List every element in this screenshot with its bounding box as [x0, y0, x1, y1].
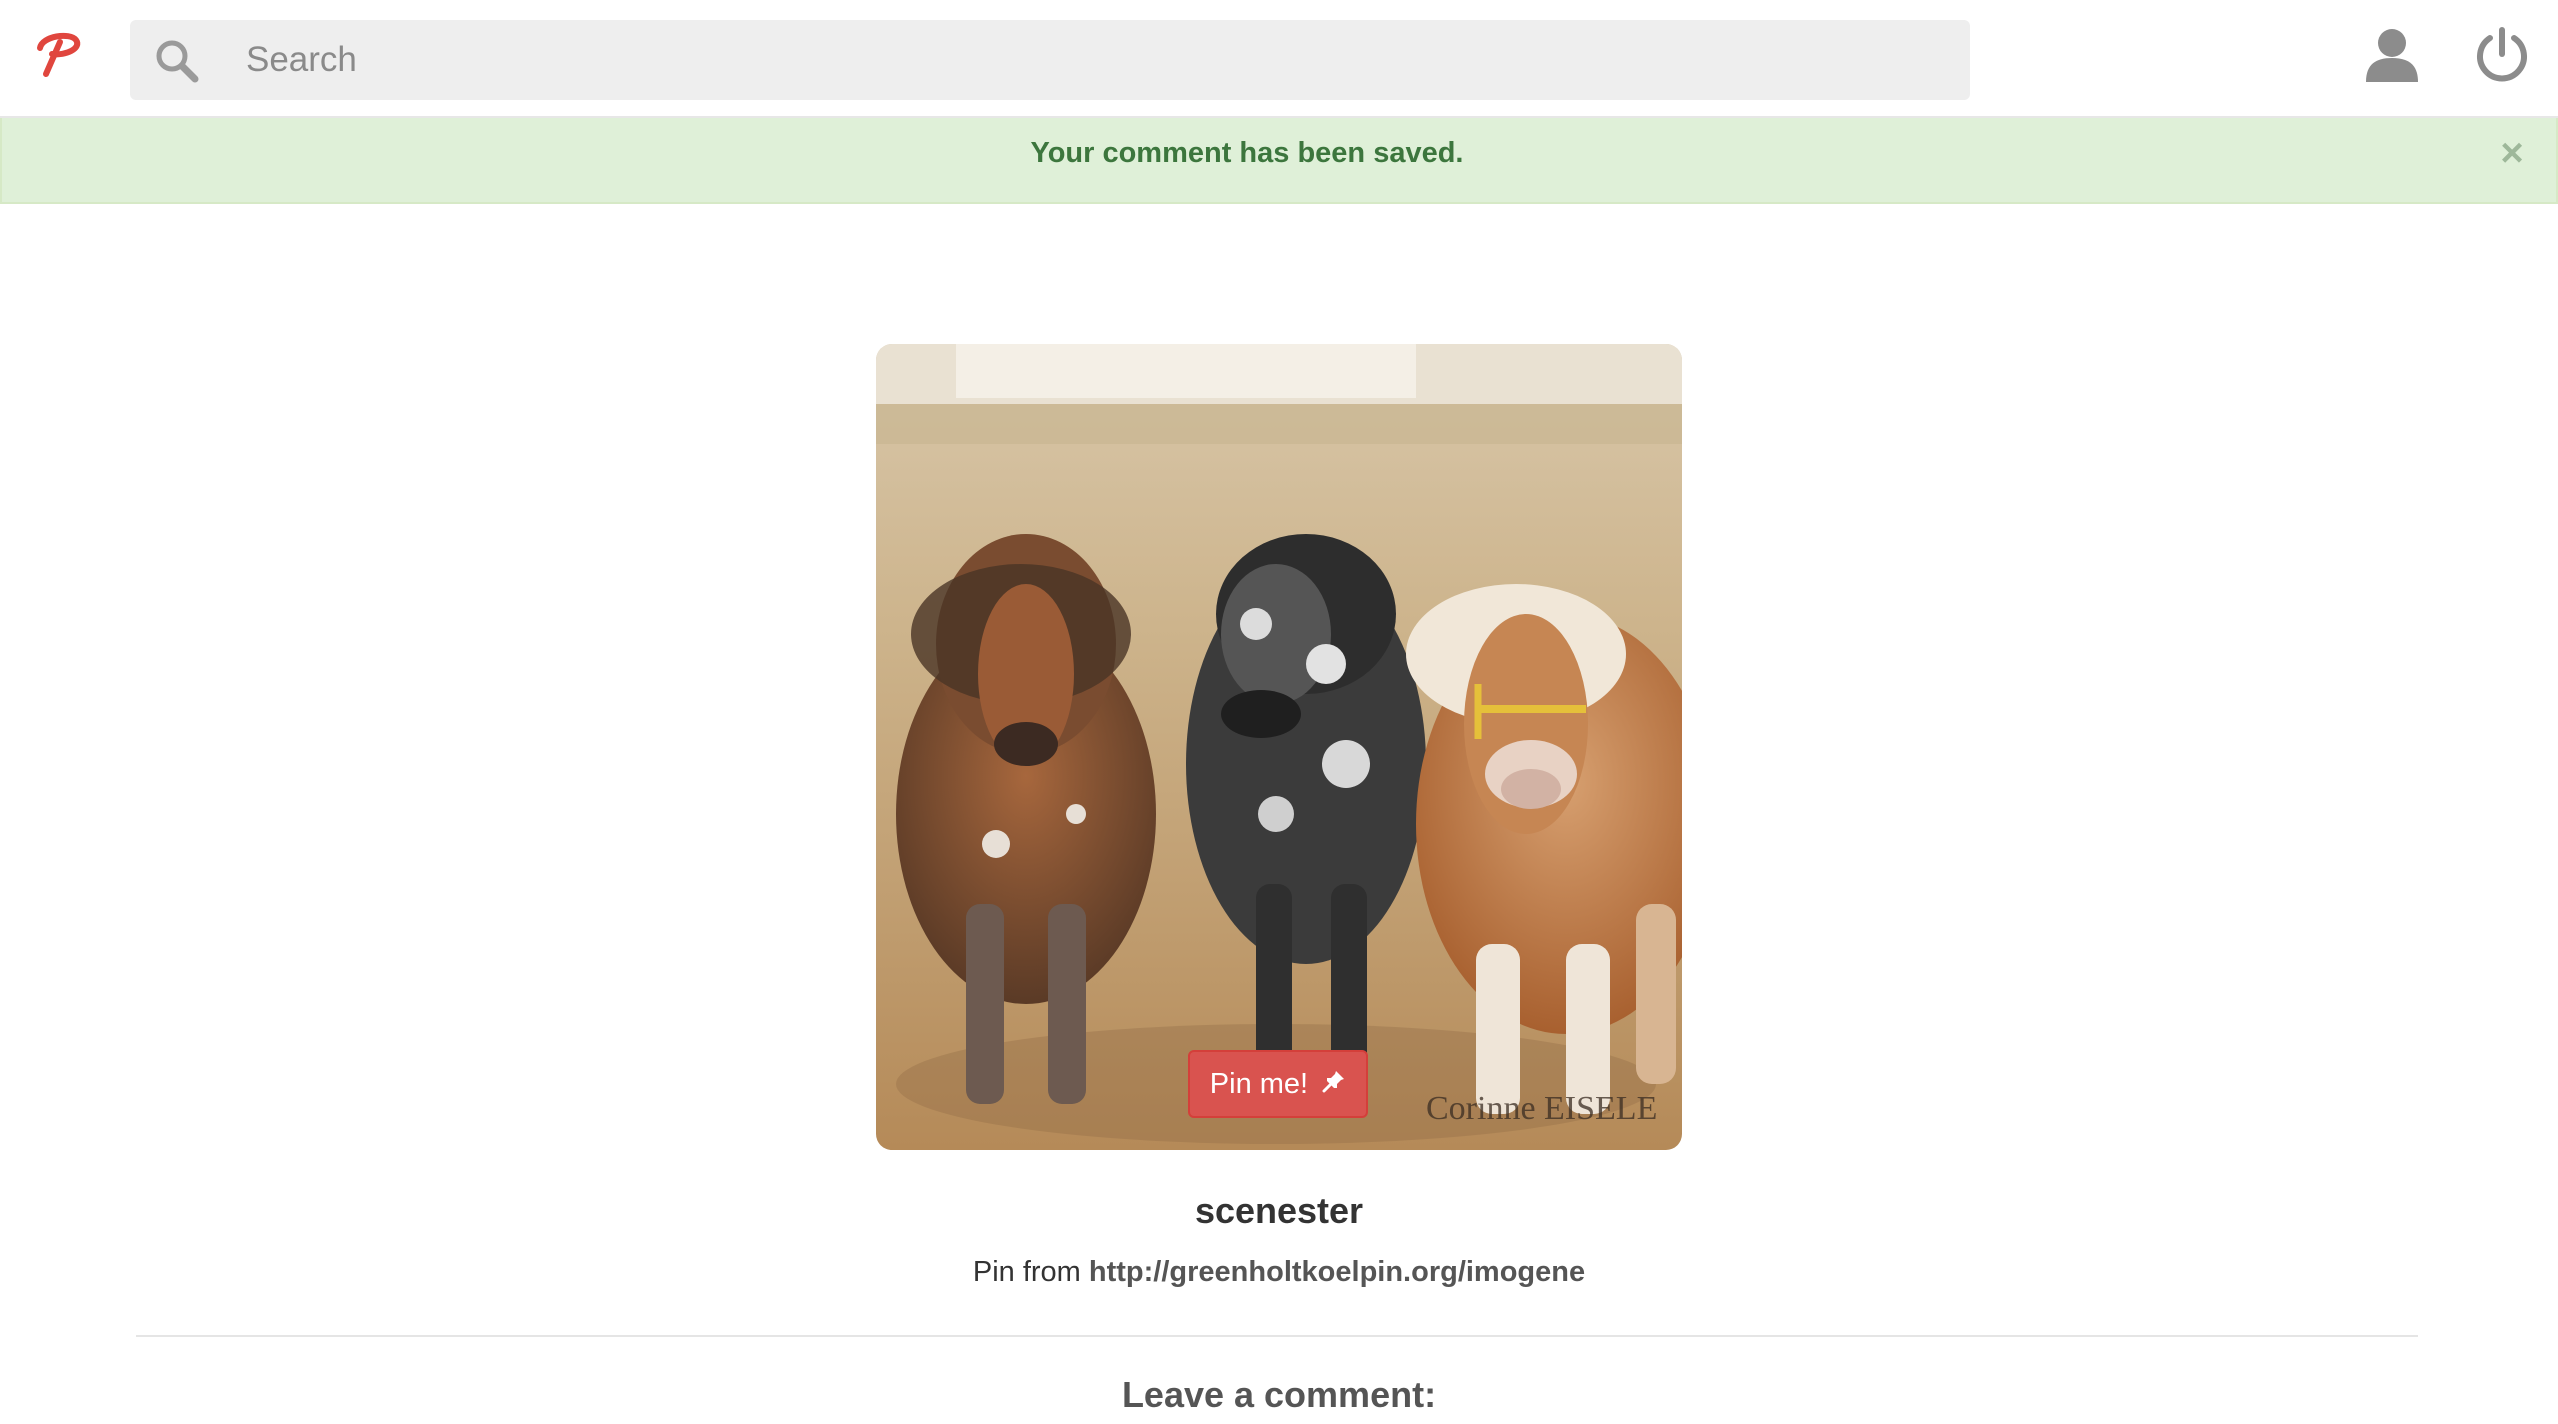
leave-comment-heading: Leave a comment:	[1121, 1374, 1437, 1415]
pin-me-button[interactable]: Pin me!	[1188, 1050, 1368, 1118]
divider	[136, 1335, 2418, 1337]
image-watermark: Corinne EISELE	[1426, 1090, 1657, 1127]
top-navbar	[0, 0, 2558, 118]
user-icon[interactable]	[2364, 26, 2420, 84]
pin-source: Pin from http://greenholtkoelpin.org/imo…	[776, 1256, 1782, 1296]
pin-source-link[interactable]: http://greenholtkoelpin.org/imogene	[1089, 1256, 1585, 1288]
search-box	[130, 20, 1970, 100]
pin-source-prefix: Pin from	[972, 1256, 1081, 1288]
pin-image[interactable]: Corinne EISELE	[876, 344, 1682, 1150]
power-icon[interactable]	[2474, 26, 2530, 84]
search-icon	[154, 38, 200, 84]
success-alert: Your comment has been saved. ×	[0, 118, 2558, 204]
ponies-photo: Corinne EISELE	[876, 344, 1682, 1150]
alert-message: Your comment has been saved.	[1030, 137, 1464, 169]
pin-button-label: Pin me!	[1209, 1068, 1309, 1100]
pinry-logo-icon[interactable]	[30, 30, 86, 80]
search-input[interactable]	[244, 20, 1944, 100]
pin-username[interactable]: scenester	[876, 1190, 1682, 1240]
close-icon[interactable]: ×	[2492, 128, 2532, 178]
pushpin-icon	[1322, 1052, 1346, 1116]
